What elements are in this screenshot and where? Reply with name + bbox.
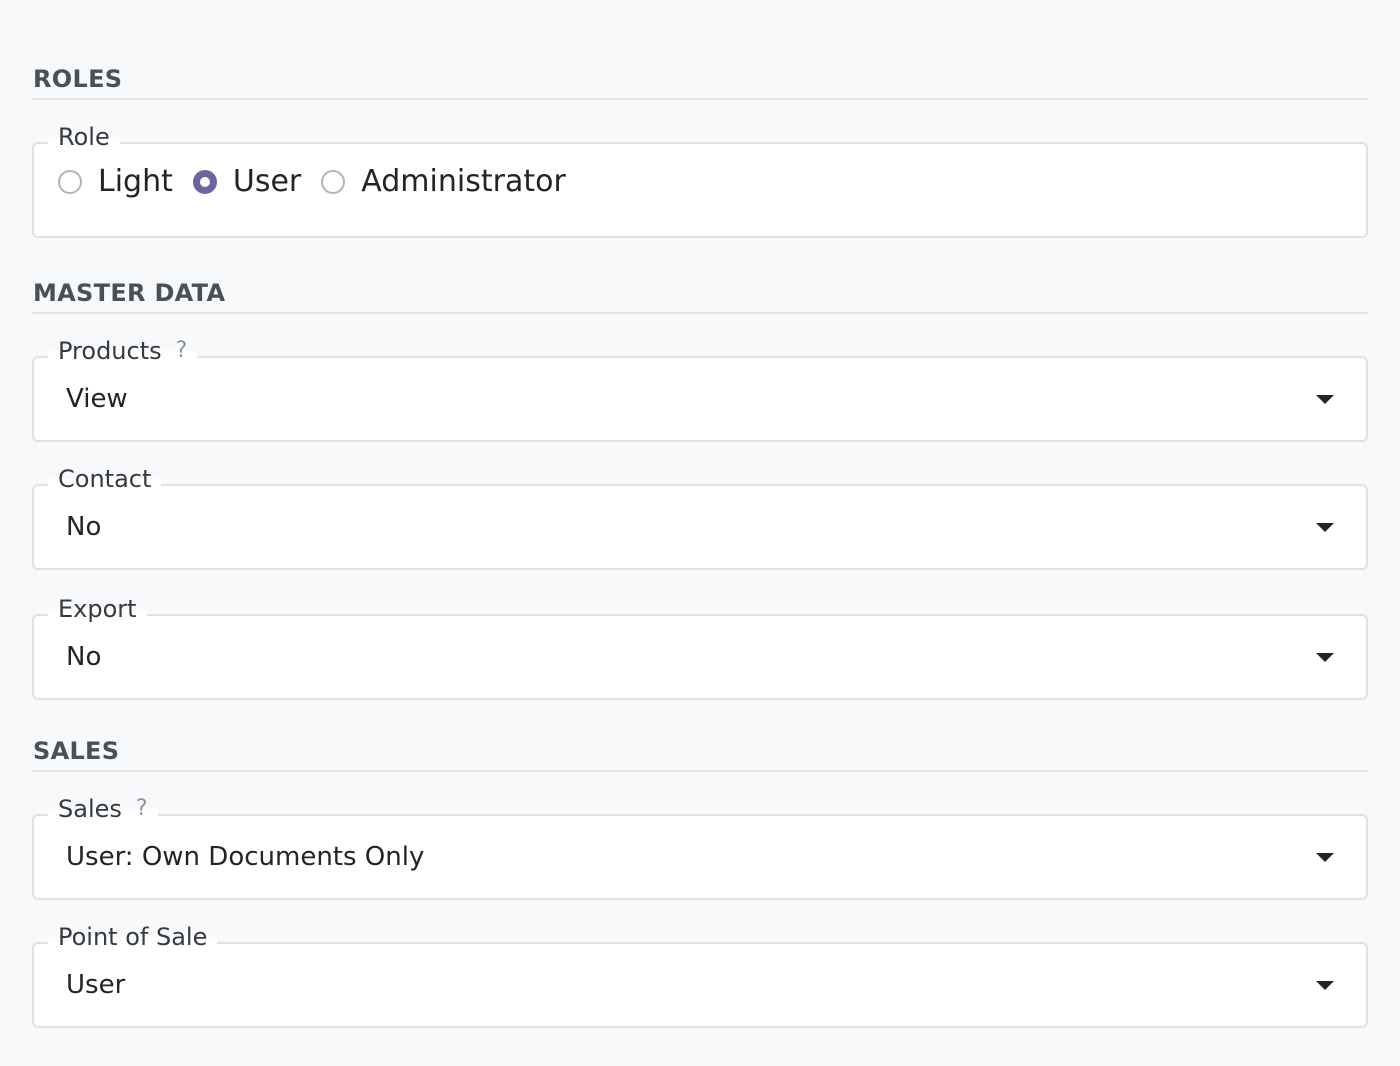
sales-select-value[interactable]: User: Own Documents Only	[66, 842, 424, 872]
caret-down-icon[interactable]	[1316, 523, 1334, 532]
point-of-sale-label: Point of Sale	[48, 922, 218, 952]
user-access-rights-form: ROLES Role Light User Administrator MAST…	[0, 0, 1400, 1066]
point-of-sale-label-text: Point of Sale	[58, 923, 208, 951]
caret-down-icon[interactable]	[1316, 653, 1334, 662]
role-option-light-label[interactable]: Light	[98, 164, 173, 199]
contact-select-value[interactable]: No	[66, 512, 101, 542]
contact-label-text: Contact	[58, 465, 152, 493]
role-label: Role	[48, 122, 120, 152]
products-label: Products ?	[48, 336, 198, 366]
export-label: Export	[48, 594, 147, 624]
radio-unchecked-icon[interactable]	[321, 169, 346, 194]
export-select[interactable]: Export No	[32, 594, 1368, 700]
role-radio-group: Role Light User Administrator	[32, 122, 1368, 238]
radio-unchecked-icon[interactable]	[58, 169, 82, 194]
caret-down-icon[interactable]	[1316, 395, 1334, 404]
sales-select[interactable]: Sales ? User: Own Documents Only	[32, 794, 1368, 900]
export-select-value[interactable]: No	[66, 642, 101, 672]
sales-label-text: Sales	[58, 795, 122, 823]
radio-checked-icon[interactable]	[192, 169, 217, 194]
question-mark-icon[interactable]: ?	[136, 794, 148, 824]
role-option-administrator-label[interactable]: Administrator	[361, 164, 566, 199]
products-select-value[interactable]: View	[66, 384, 128, 414]
point-of-sale-select-value[interactable]: User	[66, 970, 125, 1000]
role-option-administrator[interactable]: Administrator	[321, 164, 566, 199]
caret-down-icon[interactable]	[1316, 981, 1334, 990]
role-option-user-label[interactable]: User	[233, 164, 301, 199]
export-label-text: Export	[58, 595, 137, 623]
products-label-text: Products	[58, 337, 162, 365]
section-title-sales: SALES	[33, 737, 120, 765]
section-title-roles: ROLES	[33, 65, 123, 93]
contact-select[interactable]: Contact No	[32, 464, 1368, 570]
section-title-master-data: MASTER DATA	[33, 279, 226, 307]
section-header-sales: SALES	[32, 732, 1368, 772]
contact-label: Contact	[48, 464, 162, 494]
point-of-sale-select[interactable]: Point of Sale User	[32, 922, 1368, 1028]
role-label-text: Role	[58, 123, 110, 151]
caret-down-icon[interactable]	[1316, 853, 1334, 862]
role-options: Light User Administrator	[58, 164, 586, 199]
role-option-light[interactable]: Light	[58, 164, 173, 199]
question-mark-icon[interactable]: ?	[176, 336, 188, 366]
section-header-master-data: MASTER DATA	[32, 274, 1368, 314]
sales-label: Sales ?	[48, 794, 158, 824]
section-header-roles: ROLES	[32, 60, 1368, 100]
role-option-user[interactable]: User	[192, 164, 301, 199]
products-select[interactable]: Products ? View	[32, 336, 1368, 442]
